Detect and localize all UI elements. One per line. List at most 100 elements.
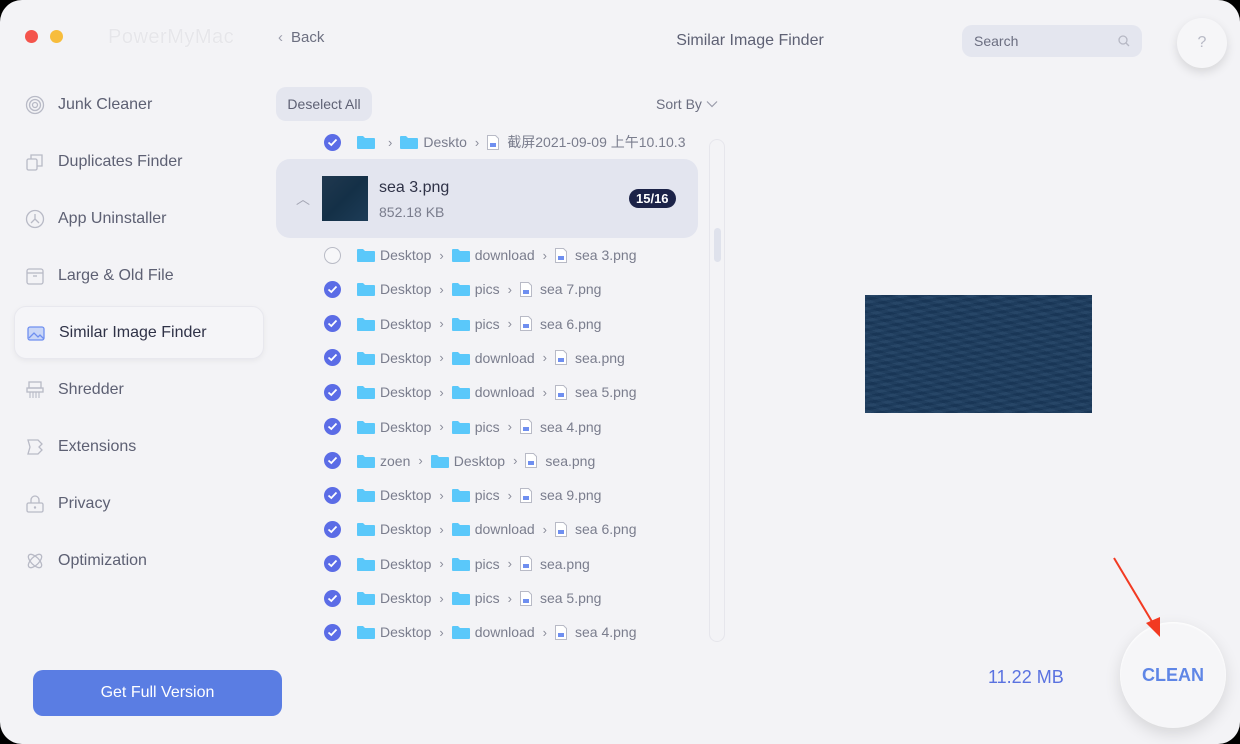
sort-by-dropdown[interactable]: Sort By <box>656 96 718 112</box>
sidebar-item-similar-image-finder[interactable]: Similar Image Finder <box>14 306 264 359</box>
file-row[interactable]: Desktop › pics › sea 7.png <box>276 272 696 306</box>
close-window-button[interactable] <box>25 30 38 43</box>
folder-icon <box>357 626 375 640</box>
chevron-left-icon: ‹ <box>278 29 283 46</box>
image-file-icon <box>554 384 567 400</box>
row-checkbox[interactable] <box>324 315 341 333</box>
image-file-icon <box>519 556 532 572</box>
large-old-file-icon <box>24 265 46 287</box>
image-icon <box>25 322 47 344</box>
row-checkbox[interactable] <box>324 383 341 401</box>
image-file-icon <box>519 419 532 434</box>
path-segment: Desktop <box>357 384 431 400</box>
path-separator: › <box>507 487 512 503</box>
sidebar-item-shredder[interactable]: Shredder <box>14 363 264 416</box>
file-name: sea.png <box>519 556 590 572</box>
search-input[interactable] <box>974 33 1104 49</box>
folder-icon <box>451 523 470 537</box>
app-uninstaller-icon <box>24 208 46 230</box>
help-button[interactable]: ? <box>1177 18 1227 68</box>
row-checkbox[interactable] <box>324 555 341 573</box>
image-file-icon <box>554 624 567 640</box>
lock-icon <box>24 493 46 515</box>
row-checkbox[interactable] <box>324 589 341 607</box>
folder-icon <box>451 592 470 605</box>
list-scrollbar[interactable] <box>709 139 725 642</box>
sidebar-item-label: Junk Cleaner <box>58 95 153 113</box>
sidebar-item-extensions[interactable]: Extensions <box>14 420 264 473</box>
file-row[interactable]: Desktop › pics › sea.png <box>276 547 696 581</box>
image-group-header[interactable]: ︿ sea 3.png 852.18 KB 15/16 <box>276 159 698 238</box>
total-selected-size: 11.22 MB <box>988 667 1064 687</box>
path-segment: Desktop <box>357 350 431 366</box>
file-row[interactable]: Desktop › download › sea 6.png <box>276 512 696 546</box>
path-separator: › <box>439 556 444 572</box>
row-checkbox[interactable] <box>324 486 341 504</box>
row-checkbox[interactable] <box>324 418 341 435</box>
file-row[interactable]: Desktop › pics › sea 5.png <box>276 581 696 615</box>
file-row[interactable]: Desktop › download › sea 3.png <box>276 238 696 272</box>
path-segment: Desktop <box>357 590 431 606</box>
path-segment: download <box>451 624 535 640</box>
annotation-arrow-icon <box>1113 557 1160 637</box>
file-name: sea.png <box>525 453 595 469</box>
group-file-size: 852.18 KB <box>379 204 445 220</box>
get-full-version-button[interactable]: Get Full Version <box>33 670 282 716</box>
sidebar-item-duplicates-finder[interactable]: Duplicates Finder <box>14 135 264 188</box>
search-icon <box>1118 35 1130 47</box>
path-separator: › <box>507 590 512 606</box>
row-checkbox[interactable] <box>324 280 341 298</box>
folder-icon <box>451 557 470 571</box>
app-window: PowerMyMac ‹ Back Similar Image Finder ?… <box>0 0 1240 744</box>
folder-icon <box>430 454 449 468</box>
file-row[interactable]: Desktop › download › sea 5.png <box>276 375 696 409</box>
path-separator: › <box>418 453 423 469</box>
folder-icon <box>451 317 470 331</box>
folder-icon <box>357 489 375 503</box>
sidebar-item-privacy[interactable]: Privacy <box>14 477 264 530</box>
app-title: PowerMyMac <box>108 26 235 48</box>
path-separator: › <box>513 453 518 469</box>
row-checkbox[interactable] <box>324 246 341 264</box>
row-checkbox[interactable] <box>324 623 341 641</box>
chevron-up-icon[interactable]: ︿ <box>296 189 310 209</box>
row-checkbox[interactable] <box>324 349 341 367</box>
folder-icon <box>357 283 375 297</box>
scrollbar-thumb[interactable] <box>714 228 721 262</box>
path-separator: › <box>474 134 480 150</box>
back-button[interactable]: ‹ Back <box>278 29 324 46</box>
sidebar-item-label: Privacy <box>58 494 111 512</box>
row-checkbox[interactable] <box>324 133 341 151</box>
path-segment: pics <box>451 590 500 606</box>
folder-icon <box>400 136 419 149</box>
file-row[interactable]: Desktop › pics › sea 4.png <box>276 410 696 444</box>
file-row[interactable]: Desktop › download › sea.png <box>276 341 696 375</box>
path-segment: download <box>451 247 535 263</box>
path-segment: Desktop <box>357 487 431 503</box>
sidebar-item-app-uninstaller[interactable]: App Uninstaller <box>14 192 264 245</box>
image-file-icon <box>554 247 567 263</box>
path-separator: › <box>542 624 547 640</box>
shredder-icon <box>24 379 46 401</box>
path-separator: › <box>507 316 512 332</box>
minimize-window-button[interactable] <box>50 30 63 43</box>
sidebar-item-large-old-file[interactable]: Large & Old File <box>14 249 264 302</box>
file-name: sea 7.png <box>519 281 601 297</box>
row-checkbox[interactable] <box>324 452 341 470</box>
file-name: sea 9.png <box>519 487 601 503</box>
extensions-icon <box>24 436 46 458</box>
file-row[interactable]: Desktop › pics › sea 9.png <box>276 478 696 512</box>
sort-by-label: Sort By <box>656 96 702 112</box>
file-row[interactable]: zoen › Desktop › sea.png <box>276 444 696 478</box>
folder-icon <box>451 283 470 297</box>
row-checkbox[interactable] <box>324 520 341 538</box>
file-row[interactable]: › Deskto › 截屏2021-09-09 上午10.10.3 <box>276 128 696 159</box>
file-row[interactable]: Desktop › pics › sea 6.png <box>276 307 696 341</box>
path-separator: › <box>542 247 547 263</box>
deselect-all-button[interactable]: Deselect All <box>276 87 372 121</box>
sidebar-item-optimization[interactable]: Optimization <box>14 534 264 587</box>
junk-cleaner-icon <box>24 94 46 116</box>
search-box[interactable] <box>962 25 1142 57</box>
sidebar-item-junk-cleaner[interactable]: Junk Cleaner <box>14 78 264 131</box>
file-row[interactable]: Desktop › download › sea 4.png <box>276 615 696 648</box>
